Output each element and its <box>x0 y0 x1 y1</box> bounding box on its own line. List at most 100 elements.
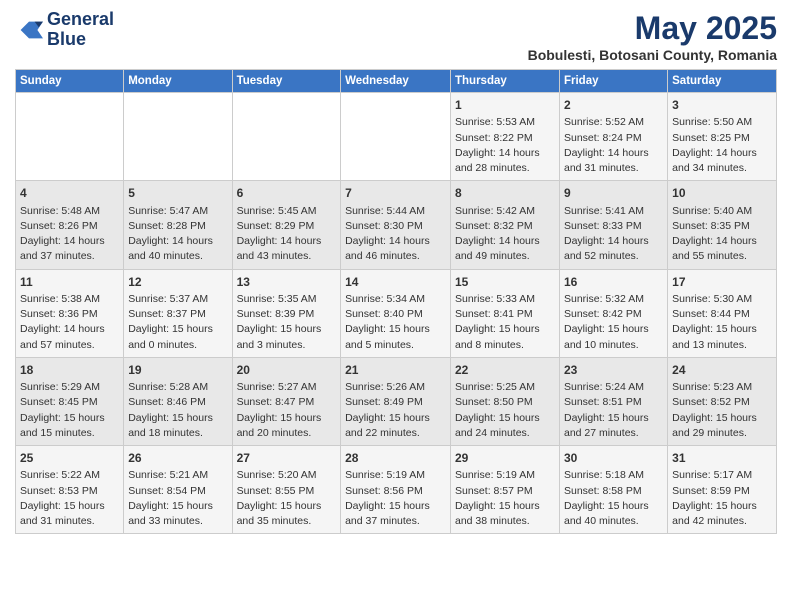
sunset-text: Sunset: 8:35 PM <box>672 219 772 234</box>
daylight-text: and 52 minutes. <box>564 249 663 264</box>
sunrise-text: Sunrise: 5:52 AM <box>564 115 663 130</box>
sunset-text: Sunset: 8:33 PM <box>564 219 663 234</box>
daylight-text: and 22 minutes. <box>345 426 446 441</box>
sunrise-text: Sunrise: 5:35 AM <box>237 292 337 307</box>
day-number: 2 <box>564 97 663 114</box>
day-cell: 3Sunrise: 5:50 AMSunset: 8:25 PMDaylight… <box>668 93 777 181</box>
day-number: 25 <box>20 450 119 467</box>
sunrise-text: Sunrise: 5:45 AM <box>237 204 337 219</box>
day-cell: 1Sunrise: 5:53 AMSunset: 8:22 PMDaylight… <box>451 93 560 181</box>
sunrise-text: Sunrise: 5:33 AM <box>455 292 555 307</box>
day-number: 12 <box>128 274 227 291</box>
day-number: 15 <box>455 274 555 291</box>
day-cell: 22Sunrise: 5:25 AMSunset: 8:50 PMDayligh… <box>451 357 560 445</box>
day-cell: 27Sunrise: 5:20 AMSunset: 8:55 PMDayligh… <box>232 446 341 534</box>
daylight-text: Daylight: 14 hours <box>455 146 555 161</box>
day-number: 19 <box>128 362 227 379</box>
day-cell: 30Sunrise: 5:18 AMSunset: 8:58 PMDayligh… <box>559 446 667 534</box>
sunset-text: Sunset: 8:24 PM <box>564 131 663 146</box>
sunset-text: Sunset: 8:54 PM <box>128 484 227 499</box>
day-cell: 15Sunrise: 5:33 AMSunset: 8:41 PMDayligh… <box>451 269 560 357</box>
day-cell: 28Sunrise: 5:19 AMSunset: 8:56 PMDayligh… <box>341 446 451 534</box>
daylight-text: and 49 minutes. <box>455 249 555 264</box>
month-title: May 2025 <box>528 10 777 47</box>
daylight-text: Daylight: 15 hours <box>345 322 446 337</box>
daylight-text: Daylight: 15 hours <box>128 499 227 514</box>
location-title: Bobulesti, Botosani County, Romania <box>528 47 777 63</box>
day-number: 17 <box>672 274 772 291</box>
daylight-text: Daylight: 15 hours <box>237 499 337 514</box>
sunset-text: Sunset: 8:51 PM <box>564 395 663 410</box>
daylight-text: Daylight: 15 hours <box>20 499 119 514</box>
logo-icon <box>15 16 43 44</box>
daylight-text: and 24 minutes. <box>455 426 555 441</box>
sunrise-text: Sunrise: 5:42 AM <box>455 204 555 219</box>
sunset-text: Sunset: 8:59 PM <box>672 484 772 499</box>
day-number: 22 <box>455 362 555 379</box>
sunrise-text: Sunrise: 5:41 AM <box>564 204 663 219</box>
week-row-3: 11Sunrise: 5:38 AMSunset: 8:36 PMDayligh… <box>16 269 777 357</box>
sunrise-text: Sunrise: 5:38 AM <box>20 292 119 307</box>
sunrise-text: Sunrise: 5:48 AM <box>20 204 119 219</box>
sunrise-text: Sunrise: 5:30 AM <box>672 292 772 307</box>
sunset-text: Sunset: 8:50 PM <box>455 395 555 410</box>
sunset-text: Sunset: 8:32 PM <box>455 219 555 234</box>
week-row-1: 1Sunrise: 5:53 AMSunset: 8:22 PMDaylight… <box>16 93 777 181</box>
daylight-text: Daylight: 14 hours <box>20 234 119 249</box>
sunset-text: Sunset: 8:26 PM <box>20 219 119 234</box>
sunrise-text: Sunrise: 5:47 AM <box>128 204 227 219</box>
daylight-text: Daylight: 15 hours <box>564 411 663 426</box>
daylight-text: and 3 minutes. <box>237 338 337 353</box>
daylight-text: and 20 minutes. <box>237 426 337 441</box>
sunset-text: Sunset: 8:56 PM <box>345 484 446 499</box>
daylight-text: Daylight: 14 hours <box>20 322 119 337</box>
day-cell: 6Sunrise: 5:45 AMSunset: 8:29 PMDaylight… <box>232 181 341 269</box>
daylight-text: and 37 minutes. <box>345 514 446 529</box>
day-number: 5 <box>128 185 227 202</box>
sunset-text: Sunset: 8:30 PM <box>345 219 446 234</box>
sunset-text: Sunset: 8:57 PM <box>455 484 555 499</box>
daylight-text: and 35 minutes. <box>237 514 337 529</box>
day-number: 27 <box>237 450 337 467</box>
day-cell: 7Sunrise: 5:44 AMSunset: 8:30 PMDaylight… <box>341 181 451 269</box>
sunrise-text: Sunrise: 5:24 AM <box>564 380 663 395</box>
sunrise-text: Sunrise: 5:44 AM <box>345 204 446 219</box>
sunrise-text: Sunrise: 5:29 AM <box>20 380 119 395</box>
day-cell: 20Sunrise: 5:27 AMSunset: 8:47 PMDayligh… <box>232 357 341 445</box>
calendar-table: SundayMondayTuesdayWednesdayThursdayFrid… <box>15 69 777 534</box>
header: General Blue May 2025 Bobulesti, Botosan… <box>15 10 777 63</box>
daylight-text: Daylight: 14 hours <box>128 234 227 249</box>
daylight-text: and 57 minutes. <box>20 338 119 353</box>
daylight-text: Daylight: 15 hours <box>128 411 227 426</box>
sunset-text: Sunset: 8:40 PM <box>345 307 446 322</box>
day-cell: 9Sunrise: 5:41 AMSunset: 8:33 PMDaylight… <box>559 181 667 269</box>
sunset-text: Sunset: 8:47 PM <box>237 395 337 410</box>
week-row-5: 25Sunrise: 5:22 AMSunset: 8:53 PMDayligh… <box>16 446 777 534</box>
col-header-saturday: Saturday <box>668 70 777 93</box>
day-cell: 12Sunrise: 5:37 AMSunset: 8:37 PMDayligh… <box>124 269 232 357</box>
daylight-text: and 42 minutes. <box>672 514 772 529</box>
day-number: 26 <box>128 450 227 467</box>
daylight-text: Daylight: 14 hours <box>564 146 663 161</box>
daylight-text: Daylight: 15 hours <box>672 411 772 426</box>
day-number: 23 <box>564 362 663 379</box>
daylight-text: Daylight: 15 hours <box>672 499 772 514</box>
day-cell: 16Sunrise: 5:32 AMSunset: 8:42 PMDayligh… <box>559 269 667 357</box>
sunrise-text: Sunrise: 5:22 AM <box>20 468 119 483</box>
day-number: 13 <box>237 274 337 291</box>
day-number: 6 <box>237 185 337 202</box>
sunset-text: Sunset: 8:39 PM <box>237 307 337 322</box>
day-cell: 24Sunrise: 5:23 AMSunset: 8:52 PMDayligh… <box>668 357 777 445</box>
daylight-text: and 10 minutes. <box>564 338 663 353</box>
week-row-2: 4Sunrise: 5:48 AMSunset: 8:26 PMDaylight… <box>16 181 777 269</box>
daylight-text: and 0 minutes. <box>128 338 227 353</box>
daylight-text: Daylight: 15 hours <box>455 411 555 426</box>
day-number: 11 <box>20 274 119 291</box>
daylight-text: and 29 minutes. <box>672 426 772 441</box>
sunrise-text: Sunrise: 5:19 AM <box>345 468 446 483</box>
day-cell: 21Sunrise: 5:26 AMSunset: 8:49 PMDayligh… <box>341 357 451 445</box>
day-number: 18 <box>20 362 119 379</box>
daylight-text: and 38 minutes. <box>455 514 555 529</box>
sunrise-text: Sunrise: 5:17 AM <box>672 468 772 483</box>
day-number: 16 <box>564 274 663 291</box>
